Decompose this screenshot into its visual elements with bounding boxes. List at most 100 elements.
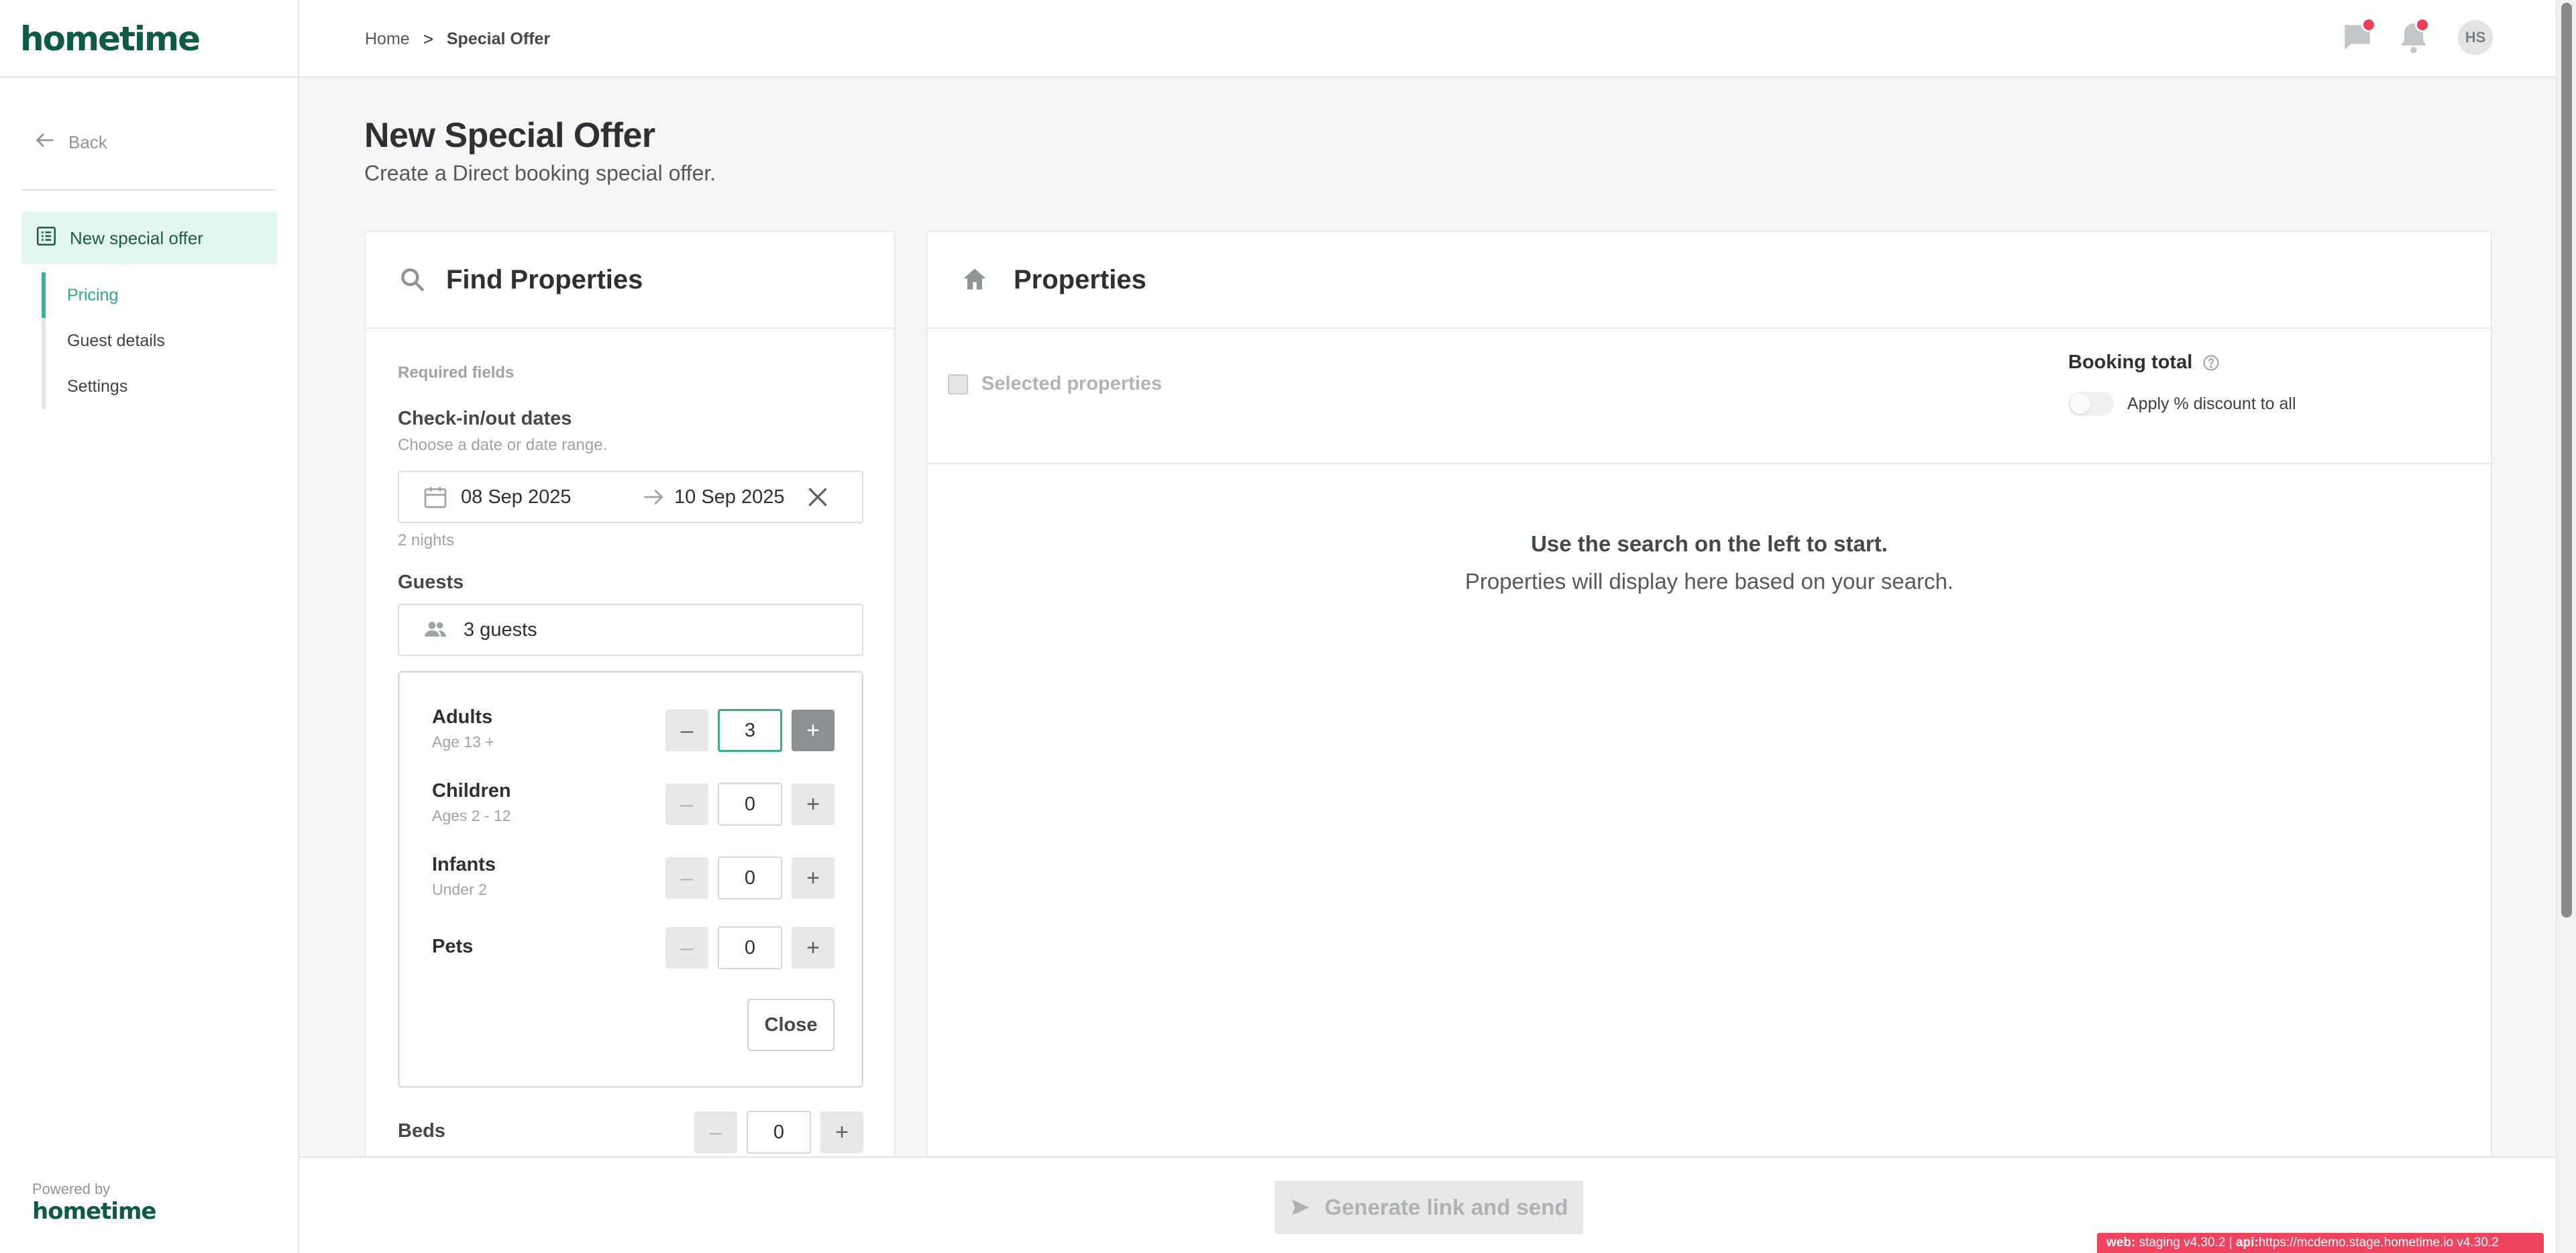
- booking-total: Booking total: [2068, 351, 2220, 374]
- search-icon: [398, 265, 427, 294]
- breadcrumb-current: Special Offer: [446, 29, 551, 48]
- children-increment-button[interactable]: +: [792, 783, 835, 825]
- chat-icon: [2339, 25, 2376, 59]
- infants-stepper: – 0 +: [665, 857, 835, 900]
- selected-properties-label: Selected properties: [981, 373, 1163, 394]
- adults-quantity-input[interactable]: 3: [718, 709, 782, 752]
- scrollbar-thumb[interactable]: [2561, 3, 2572, 918]
- arrow-left-icon: [34, 129, 56, 156]
- empty-state-subtitle: Properties will display here based on yo…: [1464, 569, 1954, 594]
- chat-button[interactable]: [2339, 17, 2376, 59]
- clear-dates-icon[interactable]: [804, 484, 831, 510]
- pets-stepper: – 0 +: [665, 926, 835, 969]
- find-properties-card: Find Properties Required fields Check-in…: [364, 231, 896, 1170]
- subnav-item-pricing[interactable]: Pricing: [42, 272, 263, 318]
- discount-toggle-row: Apply % discount to all: [2068, 392, 2296, 416]
- guest-type-label: Adults: [432, 706, 493, 728]
- dates-label: Check-in/out dates: [398, 408, 572, 429]
- guests-label: Guests: [398, 571, 464, 593]
- close-guests-button[interactable]: Close: [747, 999, 835, 1051]
- date-range-input[interactable]: 08 Sep 2025 10 Sep 2025: [398, 471, 863, 523]
- properties-card: Properties Selected properties Booking t…: [926, 231, 2492, 1170]
- select-all-properties[interactable]: Selected properties: [948, 373, 1162, 395]
- pets-quantity-input[interactable]: 0: [718, 926, 782, 969]
- bell-icon: [2395, 23, 2432, 59]
- powered-by-logo[interactable]: hometime: [32, 1198, 156, 1225]
- help-circle-icon[interactable]: [2202, 353, 2220, 372]
- back-button[interactable]: Back: [34, 127, 107, 157]
- sidebar: hometime Back New special offer Pricing …: [0, 0, 299, 1253]
- arrow-right-icon: [641, 484, 666, 510]
- generate-link-label: Generate link and send: [1324, 1195, 1568, 1219]
- adults-increment-button[interactable]: +: [792, 710, 835, 751]
- discount-toggle[interactable]: [2068, 392, 2114, 416]
- guest-row-children: Children Ages 2 - 12 – 0 +: [432, 780, 835, 828]
- empty-state-title: Use the search on the left to start.: [1531, 531, 1888, 556]
- select-all-checkbox[interactable]: [948, 374, 968, 394]
- guests-summary: 3 guests: [464, 618, 537, 641]
- guest-type-sub: Under 2: [432, 881, 487, 898]
- infants-quantity-input[interactable]: 0: [718, 857, 782, 900]
- notifications-button[interactable]: [2395, 17, 2432, 59]
- page-title: New Special Offer: [364, 116, 655, 155]
- guest-row-infants: Infants Under 2 – 0 +: [432, 854, 835, 902]
- version-web-label: web:: [2106, 1236, 2136, 1250]
- home-icon: [960, 265, 989, 294]
- children-decrement-button[interactable]: –: [665, 783, 708, 825]
- children-quantity-input[interactable]: 0: [718, 783, 782, 826]
- pets-decrement-button[interactable]: –: [665, 927, 708, 969]
- guest-type-sub: Age 13 +: [432, 733, 494, 751]
- form-list-icon: [35, 225, 58, 252]
- sidebar-item-new-special-offer[interactable]: New special offer: [21, 212, 277, 264]
- guests-select[interactable]: 3 guests: [398, 604, 863, 656]
- chat-notification-dot: [2361, 17, 2376, 32]
- beds-increment-button[interactable]: +: [820, 1111, 863, 1153]
- sidebar-subnav: Pricing Guest details Settings: [42, 272, 263, 409]
- find-properties-header: Find Properties: [366, 232, 894, 329]
- nights-count: 2 nights: [398, 531, 455, 549]
- beds-decrement-button[interactable]: –: [694, 1111, 737, 1153]
- guest-row-pets: Pets – 0 +: [432, 924, 835, 972]
- beds-quantity-input[interactable]: 0: [747, 1111, 811, 1154]
- page-subtitle: Create a Direct booking special offer.: [364, 161, 716, 185]
- find-properties-title: Find Properties: [446, 264, 643, 294]
- generate-link-button[interactable]: Generate link and send: [1275, 1181, 1583, 1234]
- breadcrumb-home[interactable]: Home: [365, 30, 410, 49]
- hometime-logo[interactable]: hometime: [20, 15, 201, 63]
- infants-decrement-button[interactable]: –: [665, 857, 708, 899]
- version-api-label: api:: [2235, 1236, 2259, 1250]
- properties-title: Properties: [1014, 264, 1146, 294]
- subnav-item-settings[interactable]: Settings: [42, 364, 263, 409]
- beds-label: Beds: [398, 1120, 445, 1142]
- checkout-date[interactable]: 10 Sep 2025: [674, 486, 804, 508]
- guests-dropdown-panel: Adults Age 13 + – 3 + Children Ages 2 - …: [398, 671, 863, 1088]
- bell-notification-dot: [2415, 17, 2430, 32]
- checkin-date[interactable]: 08 Sep 2025: [461, 486, 641, 508]
- beds-row: Beds – 0 +: [398, 1111, 863, 1155]
- infants-increment-button[interactable]: +: [792, 857, 835, 899]
- breadcrumb: Home > Special Offer: [365, 25, 550, 52]
- sidebar-divider: [21, 189, 276, 190]
- avatar[interactable]: HS: [2458, 20, 2493, 55]
- adults-decrement-button[interactable]: –: [665, 710, 708, 751]
- sidebar-header-divider: [0, 76, 298, 78]
- powered-by-label: Powered by: [32, 1181, 111, 1197]
- properties-divider: [928, 463, 2491, 464]
- guest-type-label: Children: [432, 780, 511, 802]
- version-api-value: https://mcdemo.stage.hometime.io v4.30.2: [2258, 1236, 2499, 1250]
- chevron-right-icon: >: [423, 28, 433, 49]
- properties-header: Properties: [928, 232, 2491, 329]
- guest-type-sub: Ages 2 - 12: [432, 807, 511, 824]
- guest-row-adults: Adults Age 13 + – 3 +: [432, 706, 835, 755]
- children-stepper: – 0 +: [665, 783, 835, 826]
- guest-type-label: Infants: [432, 854, 496, 875]
- version-badge: web: staging v4.30.2 | api:https://mcdem…: [2097, 1233, 2544, 1253]
- version-web-value: staging v4.30.2 |: [2139, 1236, 2233, 1250]
- booking-total-label: Booking total: [2068, 351, 2193, 373]
- people-icon: [422, 616, 449, 643]
- beds-stepper: – 0 +: [694, 1111, 863, 1154]
- subnav-item-guest-details[interactable]: Guest details: [42, 318, 263, 364]
- back-label: Back: [68, 131, 107, 152]
- discount-toggle-label: Apply % discount to all: [2127, 394, 2296, 413]
- pets-increment-button[interactable]: +: [792, 927, 835, 969]
